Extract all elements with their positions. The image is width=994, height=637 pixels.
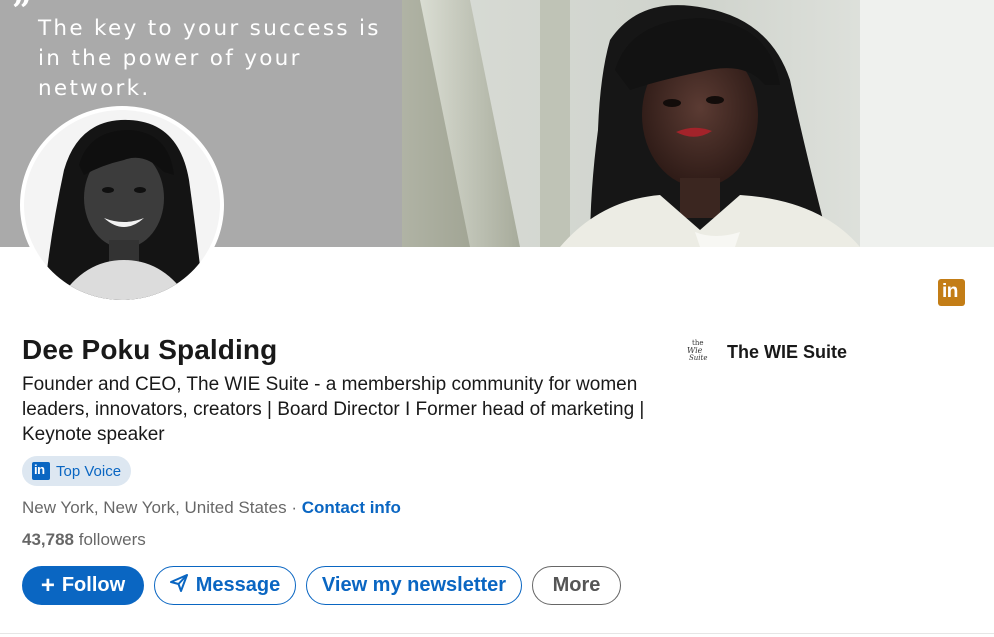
linkedin-logo-text: in (34, 462, 45, 477)
profile-avatar[interactable] (20, 106, 224, 304)
profile-headline: Founder and CEO, The WIE Suite - a membe… (22, 374, 645, 445)
message-button[interactable]: Message (154, 566, 296, 605)
top-voice-label: Top Voice (56, 462, 122, 480)
plus-icon: + (40, 571, 55, 599)
company-logo: the Wie Suite (684, 339, 710, 365)
avatar-photo (24, 110, 220, 300)
followers-count: 43,788 (22, 530, 74, 549)
more-label: More (552, 574, 601, 596)
followers-label: followers (74, 530, 146, 549)
newsletter-label: View my newsletter (321, 574, 507, 596)
linkedin-logo-icon: in (32, 462, 50, 480)
location-line: New York, New York, United States · Cont… (22, 498, 401, 518)
contact-info-link[interactable]: Contact info (302, 498, 401, 517)
company-logo-line3: Suite (689, 354, 708, 362)
profile-card: ” The key to your success is in the powe… (0, 0, 994, 637)
followers-line: 43,788 followers (22, 530, 146, 550)
company-name: The WIE Suite (727, 341, 848, 362)
current-company[interactable]: the Wie Suite The WIE Suite (684, 339, 847, 365)
card-divider (0, 633, 994, 634)
view-newsletter-button[interactable]: View my newsletter (306, 566, 522, 605)
quote-mark-icon: ” (12, 0, 32, 31)
more-button[interactable]: More (532, 566, 621, 605)
separator-dot: · (286, 498, 302, 517)
linkedin-icon-text: in (942, 281, 958, 302)
top-voice-badge[interactable]: in Top Voice (22, 456, 132, 486)
banner-quote: The key to your success is in the power … (38, 16, 381, 101)
follow-label: Follow (61, 574, 126, 596)
location-text: New York, New York, United States (22, 498, 287, 517)
linkedin-icon[interactable]: in (938, 279, 965, 306)
send-icon (169, 573, 188, 598)
message-label: Message (195, 574, 281, 596)
profile-name: Dee Poku Spalding (22, 334, 278, 365)
follow-button[interactable]: + Follow (22, 566, 144, 605)
